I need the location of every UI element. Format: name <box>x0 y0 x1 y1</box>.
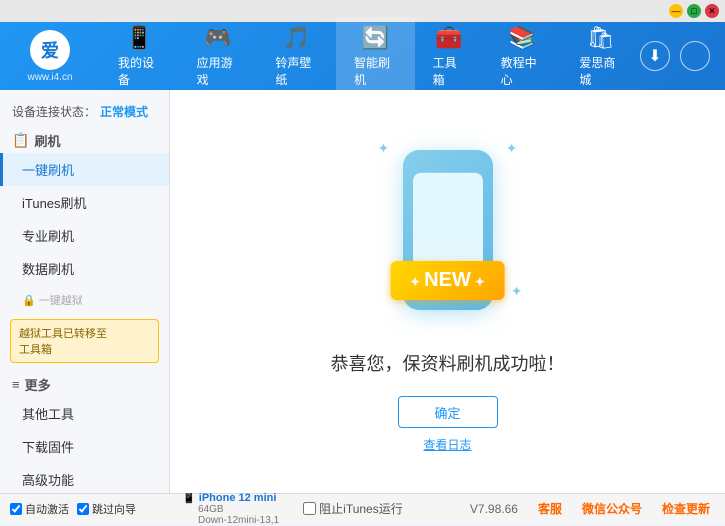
logo-area: 爱 www.i4.cn <box>0 30 100 83</box>
ringtones-label: 铃声壁纸 <box>275 54 318 88</box>
smart-flash-label: 智能刷机 <box>354 54 397 88</box>
nav-bar: 📱 我的设备 🎮 应用游戏 🎵 铃声壁纸 🔄 智能刷机 🧰 工具箱 📚 教程中心… <box>100 17 640 96</box>
sidebar-item-other-tools[interactable]: 其他工具 <box>0 397 169 430</box>
main-area: 设备连接状态： 正常模式 📋 刷机 一键刷机 iTunes刷机 专业刷机 数据刷… <box>0 90 725 493</box>
jailbreak-warning: 越狱工具已转移至工具箱 <box>10 319 159 363</box>
confirm-button[interactable]: 确定 <box>398 396 498 428</box>
tutorials-label: 教程中心 <box>501 54 544 88</box>
tutorials-icon: 📚 <box>508 25 535 51</box>
sparkle-tl: ✦ <box>378 140 390 157</box>
device-name: iPhone 12 mini <box>199 492 277 504</box>
user-button[interactable]: 👤 <box>680 41 710 71</box>
sidebar-item-pro-flash[interactable]: 专业刷机 <box>0 219 169 252</box>
phone-illustration: ✦ ✦ ✦ NEW <box>368 130 528 330</box>
my-device-icon: 📱 <box>126 25 153 51</box>
skip-wizard-checkbox[interactable]: 跳过向导 <box>77 501 136 517</box>
header-actions: ⬇ 👤 <box>640 41 725 71</box>
sidebar-item-download-firmware[interactable]: 下载固件 <box>0 430 169 463</box>
auto-start-input[interactable] <box>10 503 22 515</box>
download-button[interactable]: ⬇ <box>640 41 670 71</box>
skip-wizard-input[interactable] <box>77 503 89 515</box>
wechat-official-link[interactable]: 微信公众号 <box>582 500 642 517</box>
footer-right: V7.98.66 客服 微信公众号 检查更新 <box>470 500 725 517</box>
success-message: 恭喜您，保资料刷机成功啦！ <box>331 350 565 376</box>
flash-group-header: 📋 刷机 <box>0 125 169 153</box>
sparkle-br: ✦ <box>511 283 523 300</box>
nav-ringtones[interactable]: 🎵 铃声壁纸 <box>257 17 336 96</box>
footer-left: 自动激活 跳过向导 <box>0 501 170 517</box>
sparkle-tr: ✦ <box>506 140 518 157</box>
shop-icon: 🛍 <box>587 25 615 51</box>
apps-label: 应用游戏 <box>197 54 240 88</box>
nav-my-device[interactable]: 📱 我的设备 <box>100 17 179 96</box>
nav-apps-games[interactable]: 🎮 应用游戏 <box>179 17 258 96</box>
ringtones-icon: 🎵 <box>283 25 310 51</box>
sidebar-item-one-key-flash[interactable]: 一键刷机 <box>0 153 169 186</box>
stop-itunes-checkbox[interactable] <box>303 502 316 515</box>
version-label: V7.98.66 <box>470 502 518 516</box>
minimize-button[interactable]: — <box>669 4 683 18</box>
sidebar: 设备连接状态： 正常模式 📋 刷机 一键刷机 iTunes刷机 专业刷机 数据刷… <box>0 90 170 493</box>
nav-shop[interactable]: 🛍 爱思商城 <box>561 17 640 96</box>
device-info: 📱 iPhone 12 mini 64GB Down-12mini-13,1 <box>170 491 291 526</box>
check-update-link[interactable]: 检查更新 <box>662 500 710 517</box>
smart-flash-icon: 🔄 <box>362 25 389 51</box>
header: 爱 www.i4.cn 📱 我的设备 🎮 应用游戏 🎵 铃声壁纸 🔄 智能刷机 … <box>0 22 725 90</box>
logo-url: www.i4.cn <box>27 72 72 83</box>
shop-label: 爱思商城 <box>579 54 622 88</box>
flash-group-icon: 📋 <box>12 132 29 149</box>
tutorial-link[interactable]: 查看日志 <box>423 436 471 453</box>
my-device-label: 我的设备 <box>118 54 161 88</box>
sidebar-item-itunes-flash[interactable]: iTunes刷机 <box>0 186 169 219</box>
nav-toolbox[interactable]: 🧰 工具箱 <box>415 17 483 96</box>
sidebar-item-advanced[interactable]: 高级功能 <box>0 463 169 493</box>
sidebar-item-jailbreak: 🔒 一键越狱 <box>0 285 169 315</box>
more-group-header: ≡ 更多 <box>0 367 169 397</box>
footer: 自动激活 跳过向导 📱 iPhone 12 mini 64GB Down-12m… <box>0 493 725 523</box>
logo-icon: 爱 <box>30 30 70 70</box>
new-badge: NEW <box>390 261 505 300</box>
toolbox-icon: 🧰 <box>435 25 462 51</box>
device-storage: 64GB <box>182 504 279 515</box>
connection-status: 设备连接状态： 正常模式 <box>0 98 169 125</box>
nav-smart-flash[interactable]: 🔄 智能刷机 <box>336 17 415 96</box>
close-button[interactable]: ✕ <box>705 4 719 18</box>
auto-start-checkbox[interactable]: 自动激活 <box>10 501 69 517</box>
device-model: Down-12mini-13,1 <box>182 515 279 526</box>
maximize-button[interactable]: □ <box>687 4 701 18</box>
content-area: ✦ ✦ ✦ NEW 恭喜您，保资料刷机成功啦！ 确定 查看日志 <box>170 90 725 493</box>
nav-tutorials[interactable]: 📚 教程中心 <box>483 17 562 96</box>
toolbox-label: 工具箱 <box>433 54 465 88</box>
status-value: 正常模式 <box>100 103 148 120</box>
apps-icon: 🎮 <box>204 25 231 51</box>
stop-itunes[interactable]: 阻止iTunes运行 <box>291 500 415 517</box>
customer-service-link[interactable]: 客服 <box>538 500 562 517</box>
sidebar-item-data-flash[interactable]: 数据刷机 <box>0 252 169 285</box>
